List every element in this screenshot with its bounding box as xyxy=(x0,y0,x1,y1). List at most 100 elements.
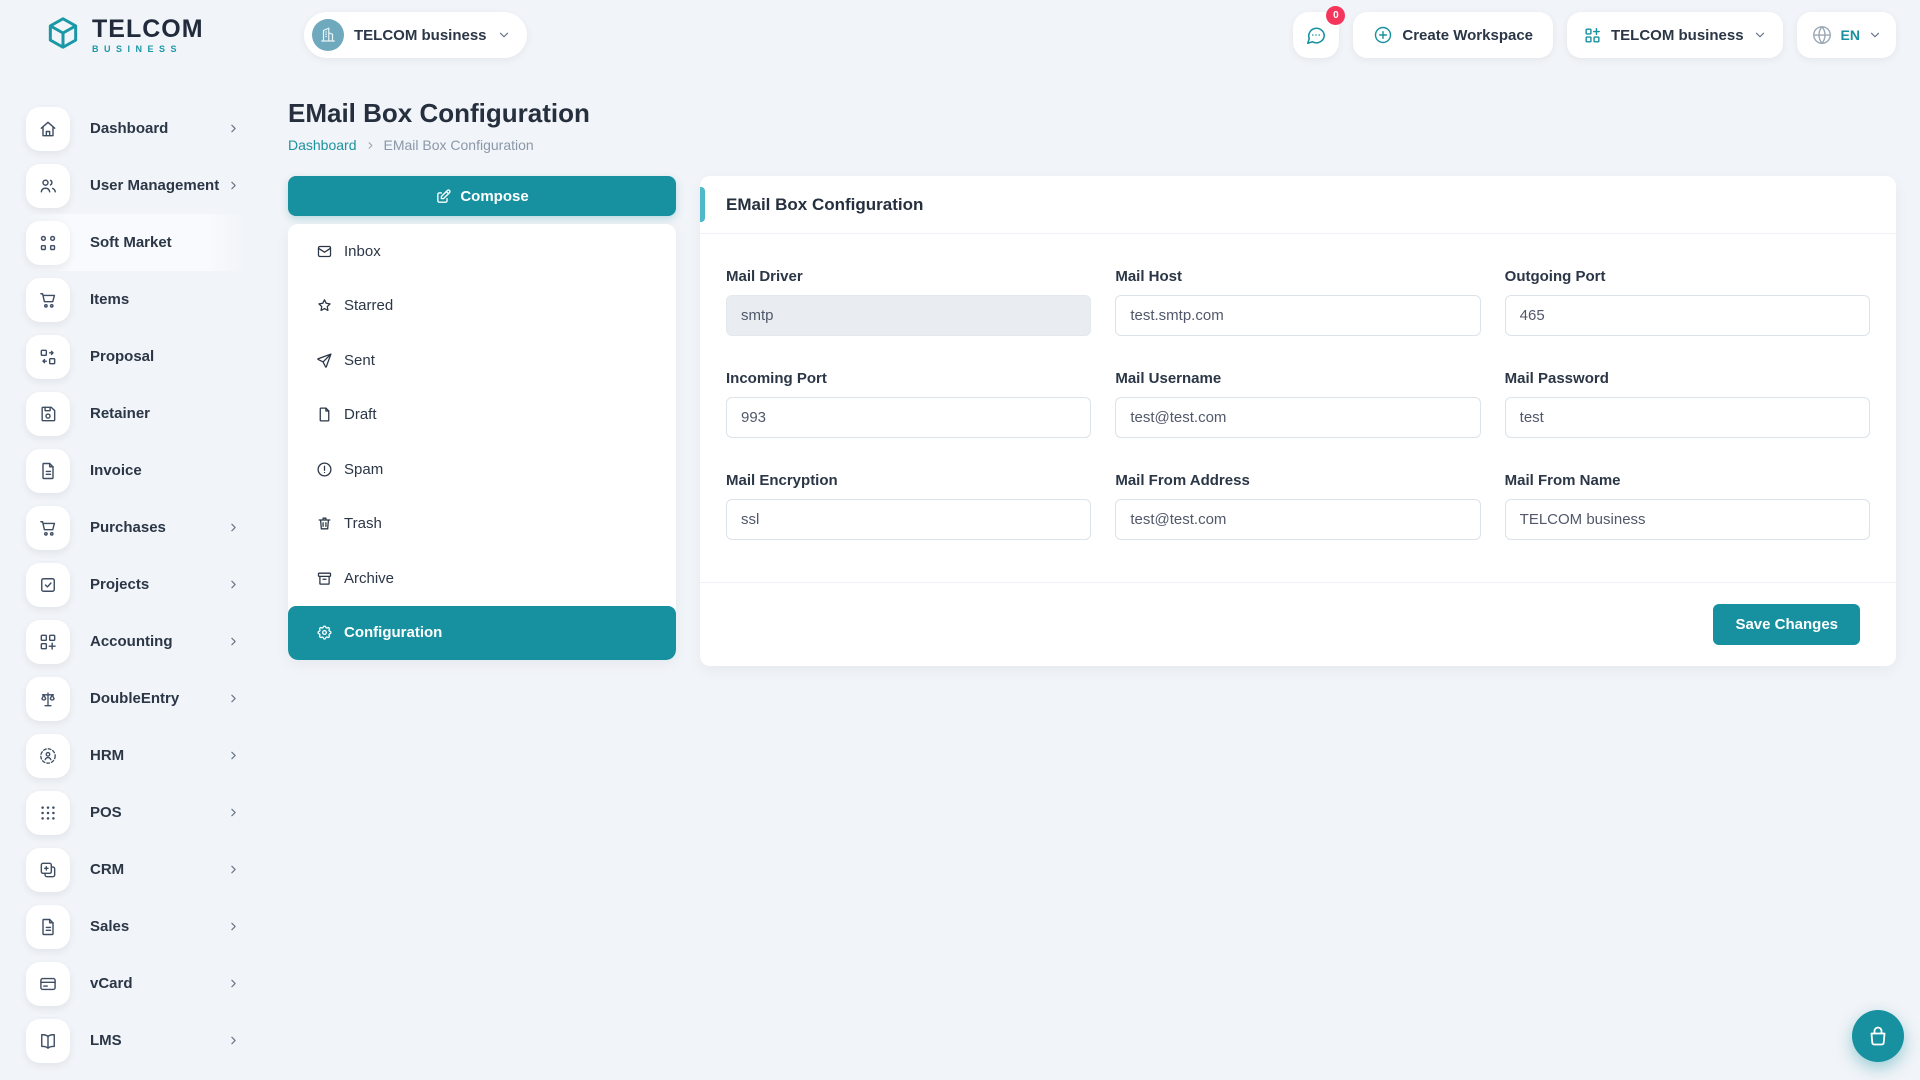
folder-archive[interactable]: Archive xyxy=(288,551,676,606)
mail-encryption-input[interactable] xyxy=(726,499,1091,540)
sidebar-item-invoice[interactable]: Invoice xyxy=(26,442,248,499)
trash-icon xyxy=(316,515,333,532)
sidebar-item-sales[interactable]: Sales xyxy=(26,898,248,955)
mail-from-address-input[interactable] xyxy=(1115,499,1480,540)
workspace-selector[interactable]: TELCOM business xyxy=(304,12,527,58)
folder-inbox[interactable]: Inbox xyxy=(288,224,676,279)
sidebar-item-purchases[interactable]: Purchases xyxy=(26,499,248,556)
field-mail-username: Mail Username xyxy=(1115,370,1480,438)
field-mail-encryption: Mail Encryption xyxy=(726,472,1091,540)
cart-icon xyxy=(26,506,70,550)
mail-folder-list: Inbox Starred Sent Draft xyxy=(288,224,676,660)
messages-badge: 0 xyxy=(1326,6,1345,25)
gear-icon xyxy=(316,624,333,641)
email-config-card: EMail Box Configuration Mail Driver Mail… xyxy=(700,176,1896,666)
folder-configuration[interactable]: Configuration xyxy=(288,606,676,661)
folder-trash[interactable]: Trash xyxy=(288,497,676,552)
language-selector[interactable]: EN xyxy=(1797,12,1896,58)
grid-plus-icon xyxy=(1583,26,1602,45)
field-mail-host: Mail Host xyxy=(1115,268,1480,336)
mail-username-input[interactable] xyxy=(1115,397,1480,438)
folder-spam[interactable]: Spam xyxy=(288,442,676,497)
folder-sent[interactable]: Sent xyxy=(288,333,676,388)
mail-host-input[interactable] xyxy=(1115,295,1480,336)
chevron-right-icon xyxy=(227,920,240,933)
globe-icon xyxy=(1811,24,1833,46)
chevron-right-icon xyxy=(227,692,240,705)
sidebar-item-retainer[interactable]: Retainer xyxy=(26,385,248,442)
chevron-down-icon xyxy=(497,28,511,42)
edit-icon xyxy=(435,188,452,205)
plus-circle-icon xyxy=(1373,25,1393,45)
sidebar-item-projects[interactable]: Projects xyxy=(26,556,248,613)
grid-swap-icon xyxy=(26,335,70,379)
floppy-icon xyxy=(26,392,70,436)
chevron-right-icon xyxy=(227,806,240,819)
grid-plus-icon xyxy=(26,620,70,664)
chevron-right-icon xyxy=(227,863,240,876)
messages-button[interactable]: 0 xyxy=(1293,12,1339,58)
top-header: TELCOM BUSINESS TELCOM business 0 Create… xyxy=(0,0,1920,70)
save-changes-button[interactable]: Save Changes xyxy=(1713,604,1860,645)
sidebar-item-proposal[interactable]: Proposal xyxy=(26,328,248,385)
mail-nav: Compose Inbox Starred Sen xyxy=(288,176,676,660)
sidebar-item-doubleentry[interactable]: DoubleEntry xyxy=(26,670,248,727)
copy-icon xyxy=(26,848,70,892)
incoming-port-input[interactable] xyxy=(726,397,1091,438)
config-form: Mail Driver Mail Host Outgoing Port xyxy=(700,234,1896,582)
top-right-controls: 0 Create Workspace TELCOM business xyxy=(1293,12,1896,58)
chevron-right-icon xyxy=(227,521,240,534)
cube-logo-icon xyxy=(44,14,82,57)
field-outgoing-port: Outgoing Port xyxy=(1505,268,1870,336)
sidebar-item-accounting[interactable]: Accounting xyxy=(26,613,248,670)
mail-driver-input xyxy=(726,295,1091,336)
create-workspace-button[interactable]: Create Workspace xyxy=(1353,12,1553,58)
sidebar-item-soft-market[interactable]: Soft Market xyxy=(26,214,248,271)
account-workspace-menu[interactable]: TELCOM business xyxy=(1567,12,1783,58)
mail-from-name-input[interactable] xyxy=(1505,499,1870,540)
card-header: EMail Box Configuration xyxy=(700,176,1896,234)
workspace-name: TELCOM business xyxy=(354,27,487,44)
language-code: EN xyxy=(1841,27,1860,43)
chevron-right-icon xyxy=(227,179,240,192)
buy-now-fab[interactable] xyxy=(1852,1010,1904,1062)
sidebar-item-vcard[interactable]: vCard xyxy=(26,955,248,1012)
chevron-right-icon xyxy=(227,122,240,135)
checkbox-icon xyxy=(26,563,70,607)
mail-password-input[interactable] xyxy=(1505,397,1870,438)
home-icon xyxy=(26,107,70,151)
brand-logo[interactable]: TELCOM BUSINESS xyxy=(44,14,276,57)
field-mail-driver: Mail Driver xyxy=(726,268,1091,336)
sidebar-item-user-management[interactable]: User Management xyxy=(26,157,248,214)
compose-button[interactable]: Compose xyxy=(288,176,676,216)
cart-icon xyxy=(26,278,70,322)
card-footer: Save Changes xyxy=(700,582,1896,666)
send-icon xyxy=(316,352,333,369)
file-invoice-icon xyxy=(26,449,70,493)
sidebar-item-hrm[interactable]: HRM xyxy=(26,727,248,784)
breadcrumb-current: EMail Box Configuration xyxy=(384,137,534,153)
user-scan-icon xyxy=(26,734,70,778)
page-title: EMail Box Configuration xyxy=(288,98,1896,129)
star-icon xyxy=(316,297,333,314)
breadcrumb: Dashboard EMail Box Configuration xyxy=(288,137,1896,153)
folder-starred[interactable]: Starred xyxy=(288,279,676,334)
brand-subtitle: BUSINESS xyxy=(92,45,204,54)
sidebar-item-lms[interactable]: LMS xyxy=(26,1012,248,1069)
archive-icon xyxy=(316,570,333,587)
breadcrumb-dashboard-link[interactable]: Dashboard xyxy=(288,137,357,153)
brand-title: TELCOM xyxy=(92,17,204,42)
account-workspace-label: TELCOM business xyxy=(1611,27,1744,44)
field-mail-password: Mail Password xyxy=(1505,370,1870,438)
sidebar-item-pos[interactable]: POS xyxy=(26,784,248,841)
sidebar-item-dashboard[interactable]: Dashboard xyxy=(26,100,248,157)
chevron-right-icon xyxy=(227,749,240,762)
folder-draft[interactable]: Draft xyxy=(288,388,676,443)
sidebar-item-items[interactable]: Items xyxy=(26,271,248,328)
chevron-right-icon xyxy=(227,1034,240,1047)
main-content: EMail Box Configuration Dashboard EMail … xyxy=(262,70,1920,1080)
alert-circle-icon xyxy=(316,461,333,478)
outgoing-port-input[interactable] xyxy=(1505,295,1870,336)
dots-grid-icon xyxy=(26,791,70,835)
sidebar-item-crm[interactable]: CRM xyxy=(26,841,248,898)
